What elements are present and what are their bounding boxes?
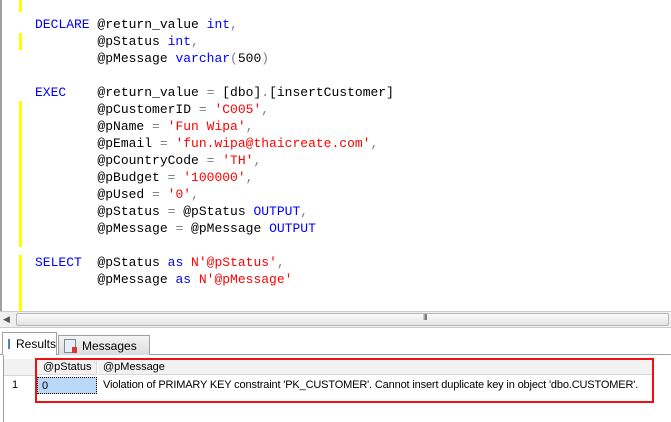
code-token: '100000'	[175, 170, 246, 185]
code-line: @pUsed = '0',	[35, 186, 394, 203]
scroll-left-icon[interactable]: ◀	[3, 314, 10, 325]
code-token: @pStatus	[175, 204, 254, 219]
code-line: @pEmail = 'fun.wipa@thaicreate.com',	[35, 135, 394, 152]
tab-results-label: Results	[16, 337, 57, 351]
code-token: ,	[245, 170, 254, 185]
row-number: 1	[12, 379, 19, 391]
code-token: @pMessage	[35, 51, 176, 66]
code-token: ,	[276, 255, 285, 270]
code-token: =	[152, 187, 160, 202]
horizontal-scrollbar[interactable]: ◀ III	[0, 311, 671, 328]
code-line: @pMessage = @pMessage OUTPUT	[35, 220, 394, 237]
code-token: =	[198, 102, 207, 117]
code-token: 'Fun Wipa'	[159, 119, 246, 134]
code-token: ,	[300, 204, 309, 219]
code-token: N'@pStatus'	[183, 255, 277, 270]
code-token: @pBudget	[35, 170, 168, 185]
code-token: varchar	[175, 51, 231, 66]
change-marker	[19, 101, 22, 247]
code-token: ,	[253, 153, 262, 168]
code-token: @pUsed	[35, 187, 153, 202]
code-token: 'fun.wipa@thaicreate.com'	[167, 136, 371, 151]
code-token: OUTPUT	[269, 221, 316, 236]
code-token: 'TH'	[214, 153, 254, 168]
code-token: @pCountryCode	[35, 153, 207, 168]
code-token: @return_value	[97, 85, 207, 100]
code-token: EXEC	[35, 85, 98, 100]
code-token: 'C005'	[206, 102, 262, 117]
code-token: @pName	[35, 119, 153, 134]
code-token: @pMessage	[183, 221, 270, 236]
code-token: @pMessage	[35, 272, 176, 287]
code-line: @pName = 'Fun Wipa',	[35, 118, 394, 135]
query-editor[interactable]: DECLARE @return_value int, @pStatus int,…	[0, 0, 671, 311]
change-marker	[19, 33, 22, 50]
code-token: (	[230, 51, 238, 66]
sql-code[interactable]: DECLARE @return_value int, @pStatus int,…	[35, 16, 394, 288]
code-token: @pCustomerID	[35, 102, 199, 117]
code-token: ,	[245, 119, 254, 134]
grid-icon	[8, 339, 10, 349]
grip-icon: III	[423, 313, 428, 322]
code-token: ,	[230, 17, 238, 32]
code-line: @pMessage varchar(500)	[35, 50, 394, 67]
code-line: @pStatus int,	[35, 33, 394, 50]
code-token: N'@pMessage'	[191, 272, 293, 287]
row-header-corner	[4, 359, 36, 376]
code-token: SELECT	[35, 255, 98, 270]
code-token: int	[206, 17, 231, 32]
code-token: [dbo]	[214, 85, 262, 100]
code-line: @pStatus = @pStatus OUTPUT,	[35, 203, 394, 220]
code-line: @pBudget = '100000',	[35, 169, 394, 186]
code-line: SELECT @pStatus as N'@pStatus',	[35, 254, 394, 271]
code-token: int	[167, 34, 192, 49]
tab-results[interactable]: Results	[2, 332, 57, 355]
change-marker	[19, 255, 22, 311]
code-line: DECLARE @return_value int,	[35, 16, 394, 33]
code-token: @pStatus	[97, 255, 168, 270]
code-token: .	[261, 85, 270, 100]
code-token: @pMessage	[35, 221, 176, 236]
code-token: ,	[261, 102, 270, 117]
code-line: EXEC @return_value = [dbo].[insertCustom…	[35, 84, 394, 101]
tab-messages-label: Messages	[82, 338, 137, 353]
messages-icon	[64, 338, 77, 353]
code-token: @return_value	[97, 17, 207, 32]
results-tabs: Messages Results	[0, 330, 671, 355]
code-token: 500	[237, 51, 262, 66]
scroll-thumb[interactable]	[16, 313, 669, 326]
code-token: as	[175, 272, 192, 287]
code-line: @pCustomerID = 'C005',	[35, 101, 394, 118]
code-token: as	[167, 255, 184, 270]
code-token: [insertCustomer]	[269, 85, 394, 100]
code-token: @pStatus	[35, 204, 168, 219]
tab-messages[interactable]: Messages	[58, 335, 150, 355]
code-token: )	[261, 51, 270, 66]
change-marker	[19, 0, 22, 12]
code-line: @pMessage as N'@pMessage'	[35, 271, 394, 288]
code-token: ,	[191, 187, 199, 202]
code-line: @pCountryCode = 'TH',	[35, 152, 394, 169]
code-token: =	[152, 119, 160, 134]
code-token: @pStatus	[35, 34, 168, 49]
highlight-box	[35, 358, 654, 403]
code-token: ,	[370, 136, 379, 151]
code-token: DECLARE	[35, 17, 98, 32]
code-token: ,	[191, 34, 199, 49]
code-token: @pEmail	[35, 136, 160, 151]
code-token: OUTPUT	[253, 204, 301, 219]
code-token: '0'	[159, 187, 192, 202]
code-token: =	[159, 136, 168, 151]
